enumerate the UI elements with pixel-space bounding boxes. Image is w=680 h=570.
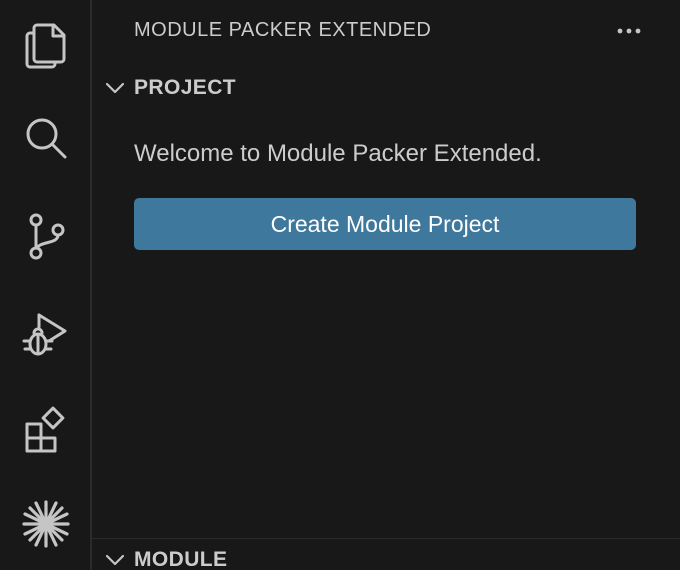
- section-header-module[interactable]: MODULE: [92, 540, 680, 570]
- section-header-project[interactable]: PROJECT: [92, 68, 680, 108]
- side-bar: MODULE PACKER EXTENDED PROJECT Welcome t…: [92, 0, 680, 570]
- source-control-icon[interactable]: [18, 208, 74, 264]
- chevron-down-icon: [105, 554, 125, 566]
- ellipsis-icon: [617, 28, 641, 34]
- section-label-project: PROJECT: [134, 76, 236, 99]
- files-icon[interactable]: [18, 16, 74, 72]
- extensions-icon[interactable]: [18, 402, 74, 458]
- section-divider: [92, 538, 680, 539]
- module-packer-icon[interactable]: [18, 496, 74, 552]
- vscode-window: MODULE PACKER EXTENDED PROJECT Welcome t…: [0, 0, 680, 570]
- create-module-project-button[interactable]: Create Module Project: [134, 198, 636, 250]
- activity-bar: [0, 0, 92, 570]
- run-debug-icon[interactable]: [18, 306, 74, 362]
- chevron-down-icon: [105, 82, 125, 94]
- search-icon[interactable]: [18, 110, 74, 166]
- welcome-message: Welcome to Module Packer Extended.: [134, 140, 542, 167]
- section-label-module: MODULE: [134, 548, 228, 570]
- more-actions-button[interactable]: [614, 16, 644, 46]
- view-title: MODULE PACKER EXTENDED: [134, 19, 432, 41]
